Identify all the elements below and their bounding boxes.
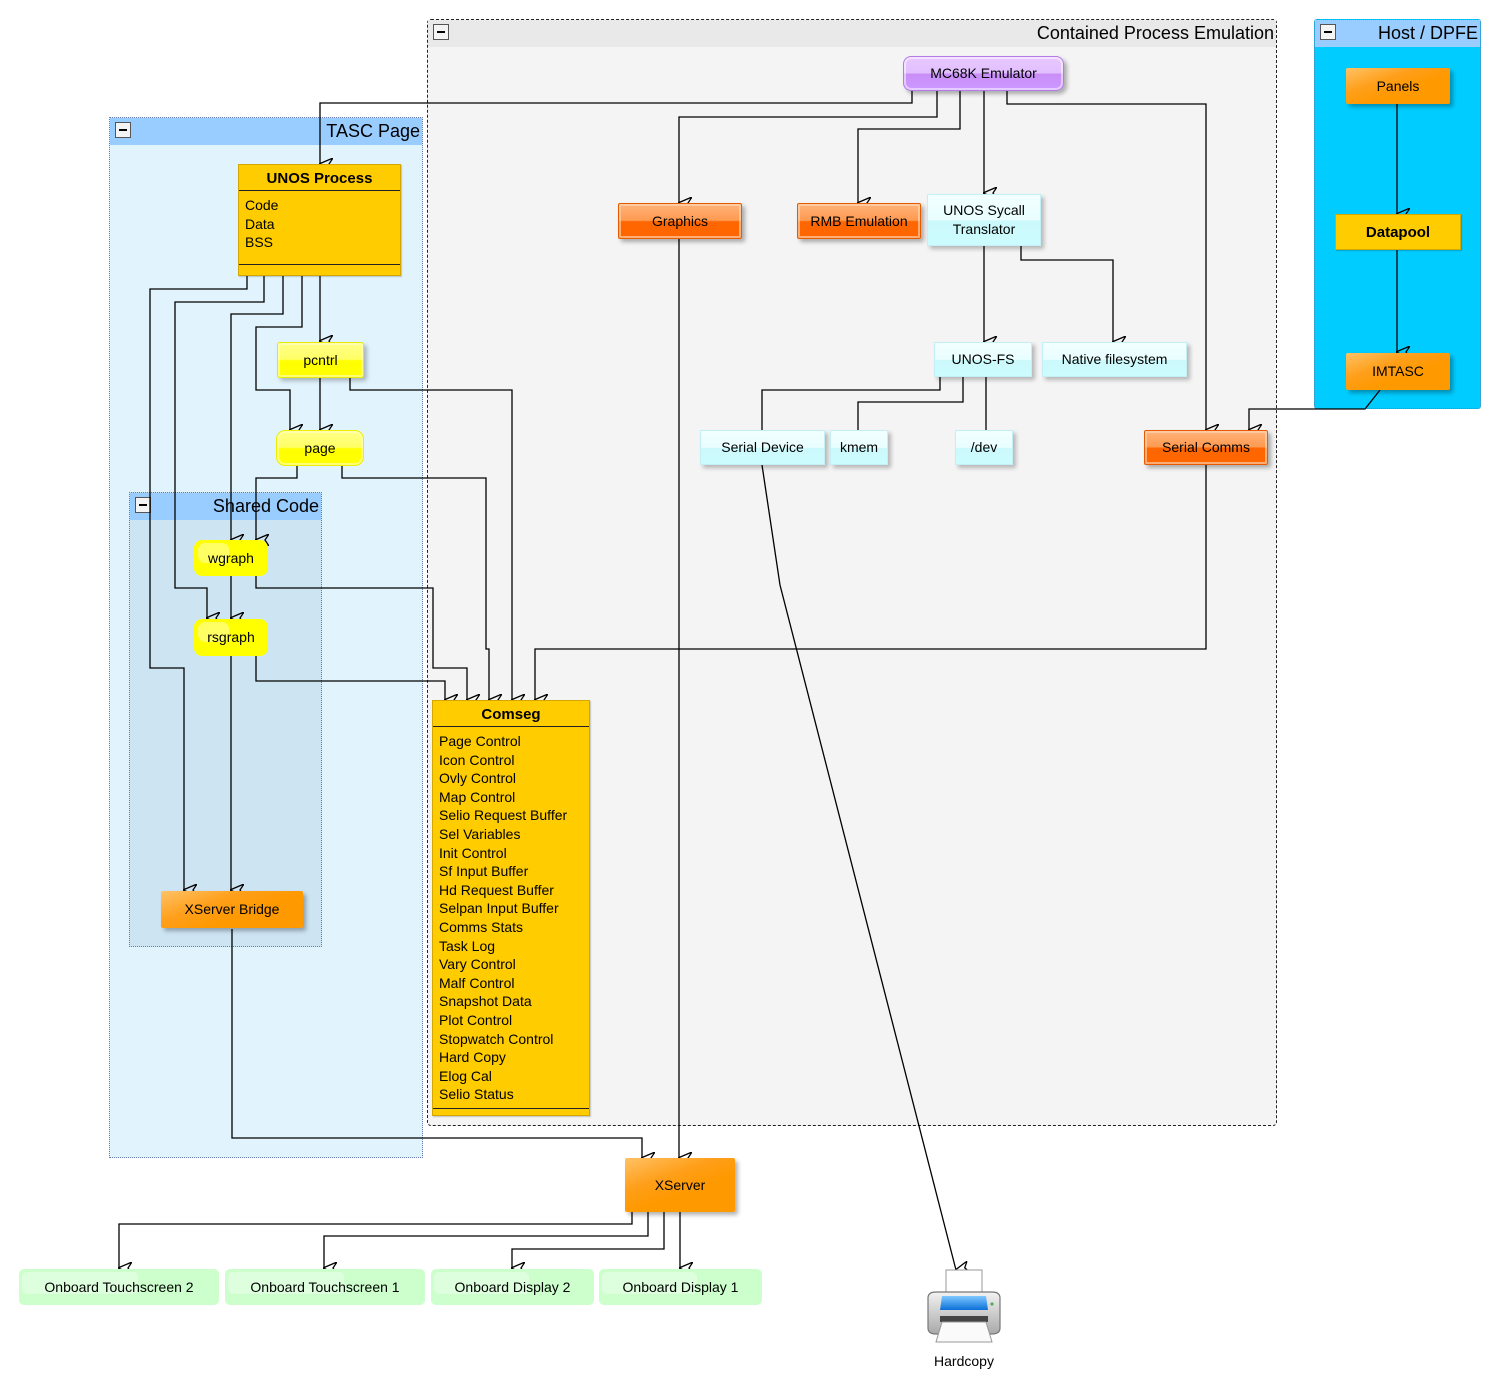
node-label: Onboard Display 2 [454,1278,571,1295]
class-attribute: Data [245,215,275,232]
class-attribute: Selio Request Buffer [439,807,568,824]
group-header: Shared Code [130,493,321,520]
class-attribute: Task Log [439,937,496,954]
node-label: Native filesystem [1061,351,1168,367]
node-serial-device[interactable]: Serial Device [700,430,825,465]
node-kmem[interactable]: kmem [830,430,888,465]
node-wgraph[interactable]: wgraph [194,540,268,576]
class-attribute: Map Control [439,788,516,805]
node-label: rsgraph [207,629,255,645]
edge-xserver-to-touchscreen-1 [324,1211,649,1268]
node-label: Onboard Touchscreen 2 [44,1278,194,1295]
node-onboard-display-2[interactable]: Onboard Display 2 [431,1269,594,1305]
node-label: RMB Emulation [810,212,908,229]
node-label: Onboard Display 1 [622,1278,739,1295]
class-title: UNOS Process [239,165,400,191]
class-attribute: Plot Control [439,1011,513,1028]
node-xserver[interactable]: XServer [625,1158,735,1212]
node-label: Serial Comms [1162,439,1250,455]
collapse-icon[interactable] [135,497,151,513]
edge-xserver-to-touchscreen-2 [119,1211,633,1268]
node-label: Serial Device [721,439,804,455]
class-attribute: Selpan Input Buffer [439,900,559,917]
node-rmb-emulation[interactable]: RMB Emulation [797,203,921,239]
node-label: wgraph [208,549,254,566]
node-onboard-display-1[interactable]: Onboard Display 1 [599,1269,762,1305]
node-xserver-bridge[interactable]: XServer Bridge [161,891,303,928]
group-header: TASC Page [110,118,422,145]
class-attribute: Init Control [439,844,507,861]
node-label: MC68K Emulator [930,65,1037,81]
class-attribute: Page Control [439,733,521,749]
node-native-filesystem[interactable]: Native filesystem [1042,342,1187,377]
class-attribute: Hard Copy [439,1049,506,1066]
node-unos-syscall-translator[interactable]: UNOS Sycall Translator [927,194,1041,246]
class-attribute: Code [245,197,279,213]
printer-label: Hardcopy [934,1353,994,1369]
class-attribute: Sel Variables [439,825,521,842]
collapse-icon[interactable] [1320,24,1336,40]
class-unos-process[interactable]: UNOS Process Code Data BSS [238,164,401,276]
group-header: Host / DPFE [1315,20,1480,47]
node-label: XServer [654,1176,706,1193]
node-label: kmem [839,439,879,455]
class-divider [239,264,400,265]
class-attribute: Ovly Control [439,770,517,787]
node-label: page [304,439,336,456]
node-label: XServer Bridge [184,901,280,917]
node-unos-fs[interactable]: UNOS-FS [934,342,1032,377]
node-panels[interactable]: Panels [1346,68,1450,104]
node-pcntrl[interactable]: pcntrl [277,342,364,378]
node-serial-comms[interactable]: Serial Comms [1144,430,1268,465]
node-label: IMTASC [1372,363,1424,379]
node-label: pcntrl [303,351,338,368]
class-comseg[interactable]: Comseg Page Control Icon Control Ovly Cont… [432,700,590,1116]
class-attribute: BSS [245,234,274,251]
class-attribute: Snapshot Data [439,993,532,1010]
class-attribute: Stopwatch Control [439,1030,554,1047]
collapse-icon[interactable] [433,24,449,40]
node-graphics[interactable]: Graphics [618,203,742,239]
class-attribute: Comms Stats [439,918,524,935]
class-attribute: Selio Status [439,1086,514,1103]
class-divider [433,1108,589,1109]
node-datapool[interactable]: Datapool [1335,214,1461,250]
class-attribute: Vary Control [439,956,516,973]
node-dev[interactable]: /dev [955,430,1013,465]
node-label: Onboard Touchscreen 1 [250,1278,400,1295]
printer-icon[interactable] [922,1266,1006,1346]
collapse-icon[interactable] [115,122,131,138]
class-attribute: Hd Request Buffer [439,881,554,898]
class-attribute: Malf Control [439,974,515,991]
edge-xserver-to-display-2 [512,1211,665,1268]
class-attribute: Icon Control [439,751,515,768]
class-title: Comseg [433,701,589,727]
node-label: Panels [1376,77,1420,94]
node-label: UNOS Sycall Translator [943,202,1025,237]
node-rsgraph[interactable]: rsgraph [194,619,268,656]
group-title: TASC Page [326,121,420,141]
node-page[interactable]: page [276,430,364,466]
node-onboard-touchscreen-2[interactable]: Onboard Touchscreen 2 [19,1269,219,1305]
node-onboard-touchscreen-1[interactable]: Onboard Touchscreen 1 [225,1269,425,1305]
group-header: Contained Process Emulation [428,20,1276,47]
group-title: Host / DPFE [1377,23,1478,43]
class-attributes: Code Data BSS [239,191,400,252]
class-attributes: Page Control Icon Control Ovly Control Map … [433,727,589,1104]
node-label: Graphics [651,212,709,229]
node-imtasc[interactable]: IMTASC [1346,353,1450,390]
node-label: /dev [970,439,998,455]
node-label: UNOS-FS [951,351,1015,367]
class-attribute: Sf Input Buffer [439,863,529,880]
node-mc68k-emulator[interactable]: MC68K Emulator [903,56,1064,91]
group-title: Shared Code [212,496,319,516]
class-attribute: Elog Cal [439,1067,492,1084]
node-label: Datapool [1365,223,1431,241]
group-title: Contained Process Emulation [1036,23,1274,43]
